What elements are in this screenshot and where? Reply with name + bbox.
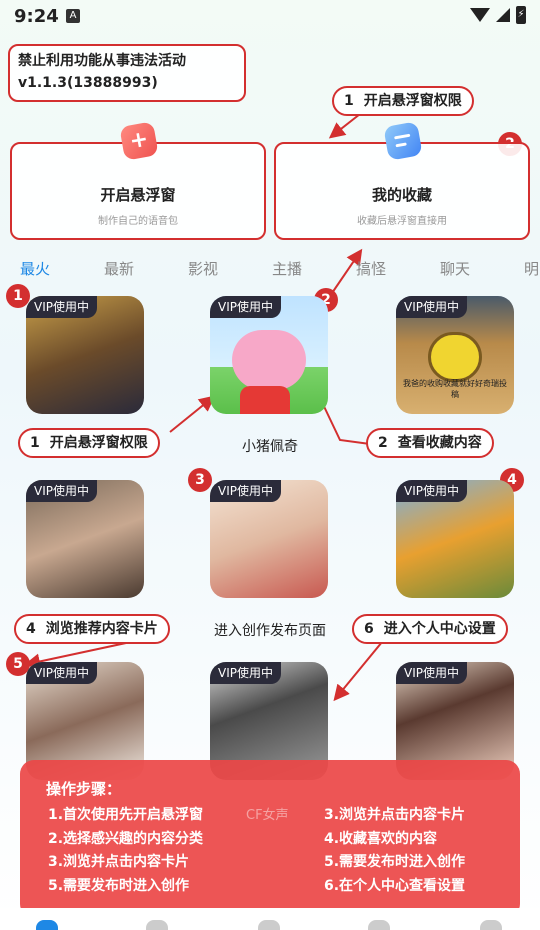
step-item: 3.浏览并点击内容卡片 xyxy=(324,807,466,823)
vip-badge: VIP使用中 xyxy=(210,296,281,318)
heart-icon[interactable] xyxy=(146,920,168,930)
callout-float-permission-2: 1 开启悬浮窗权限 xyxy=(18,428,160,458)
vip-badge: VIP使用中 xyxy=(210,662,281,684)
my-favorites-card[interactable]: 我的收藏 收藏后悬浮窗直接用 xyxy=(274,121,530,240)
card-title: 开启悬浮窗 xyxy=(100,186,176,204)
vip-badge: VIP使用中 xyxy=(26,662,97,684)
partial-tile-title: CF女声 xyxy=(246,808,289,823)
category-tabs: 最火 最新 影视 主播 搞怪 聊天 明 xyxy=(0,258,540,280)
vip-badge: VIP使用中 xyxy=(26,296,97,318)
step-item: 6.在个人中心查看设置 xyxy=(324,877,466,894)
steps-right: 3.浏览并点击内容卡片 4.收藏喜欢的内容 5.需要发布时进入创作 6.在个人中… xyxy=(324,804,465,898)
callout-personal-center: 6 进入个人中心设置 xyxy=(352,614,508,644)
file-icon[interactable] xyxy=(368,920,390,930)
vip-badge: VIP使用中 xyxy=(210,480,281,502)
vip-badge: VIP使用中 xyxy=(396,480,467,502)
step-item: 3.浏览并点击内容卡片 xyxy=(48,854,190,870)
voice-tile[interactable]: VIP使用中 xyxy=(26,296,144,414)
card-subtitle: 制作自己的语音包 xyxy=(98,216,178,227)
tile-title: 进入创作发布页面 xyxy=(214,623,326,639)
pig-image xyxy=(232,330,306,390)
tab-funny[interactable]: 搞怪 xyxy=(356,258,386,279)
callout-browse-cards: 4 浏览推荐内容卡片 xyxy=(14,614,170,644)
card-title: 我的收藏 xyxy=(371,186,432,204)
voice-tile[interactable]: VIP使用中 xyxy=(396,480,514,598)
step-badge: 3 xyxy=(188,468,212,492)
step-item: 2.选择感兴趣的内容分类 xyxy=(48,830,204,847)
tab-chat[interactable]: 聊天 xyxy=(440,258,470,279)
vip-badge: VIP使用中 xyxy=(396,296,467,318)
steps-panel: 操作步骤： 1.首次使用先开启悬浮窗 2.选择感兴趣的内容分类 3.浏览并点击内… xyxy=(20,760,520,918)
vip-badge: VIP使用中 xyxy=(26,480,97,502)
step-item: 4.收藏喜欢的内容 xyxy=(324,830,438,847)
voice-tile[interactable]: VIP使用中 xyxy=(210,296,328,414)
card-subtitle: 收藏后悬浮窗直接用 xyxy=(357,216,447,227)
voice-tile[interactable]: VIP使用中 xyxy=(210,480,328,598)
tab-movies[interactable]: 影视 xyxy=(188,258,218,279)
tab-hot[interactable]: 最火 xyxy=(20,258,50,279)
tab-streamer[interactable]: 主播 xyxy=(272,258,302,279)
list-icon xyxy=(383,121,423,161)
bottom-nav xyxy=(0,908,540,930)
create-icon[interactable] xyxy=(258,920,280,930)
steps-heading: 操作步骤： xyxy=(46,780,122,798)
vip-badge: VIP使用中 xyxy=(396,662,467,684)
voice-tile[interactable]: VIP使用中 xyxy=(26,480,144,598)
tab-star[interactable]: 明 xyxy=(524,258,539,279)
step-item: 1.首次使用先开启悬浮窗 xyxy=(48,807,204,823)
callout-view-favorites: 2 查看收藏内容 xyxy=(366,428,494,458)
open-float-card[interactable]: + 开启悬浮窗 制作自己的语音包 xyxy=(10,121,266,240)
tile-caption: 我爸的收购收藏就好好奇瑞投稿 xyxy=(403,379,507,399)
steps-left: 1.首次使用先开启悬浮窗 2.选择感兴趣的内容分类 3.浏览并点击内容卡片 5.… xyxy=(48,804,203,898)
tab-new[interactable]: 最新 xyxy=(104,258,134,279)
step-item: 5.需要发布时进入创作 xyxy=(324,854,466,870)
tile-title: 小猪佩奇 xyxy=(242,439,298,455)
step-item: 5.需要发布时进入创作 xyxy=(48,877,190,894)
profile-icon[interactable] xyxy=(480,920,502,930)
plus-icon: + xyxy=(119,121,159,161)
voice-tile[interactable]: 我爸的收购收藏就好好奇瑞投稿 VIP使用中 xyxy=(396,296,514,414)
callout-float-permission: 1 开启悬浮窗权限 xyxy=(332,86,474,116)
home-icon[interactable] xyxy=(36,920,58,930)
